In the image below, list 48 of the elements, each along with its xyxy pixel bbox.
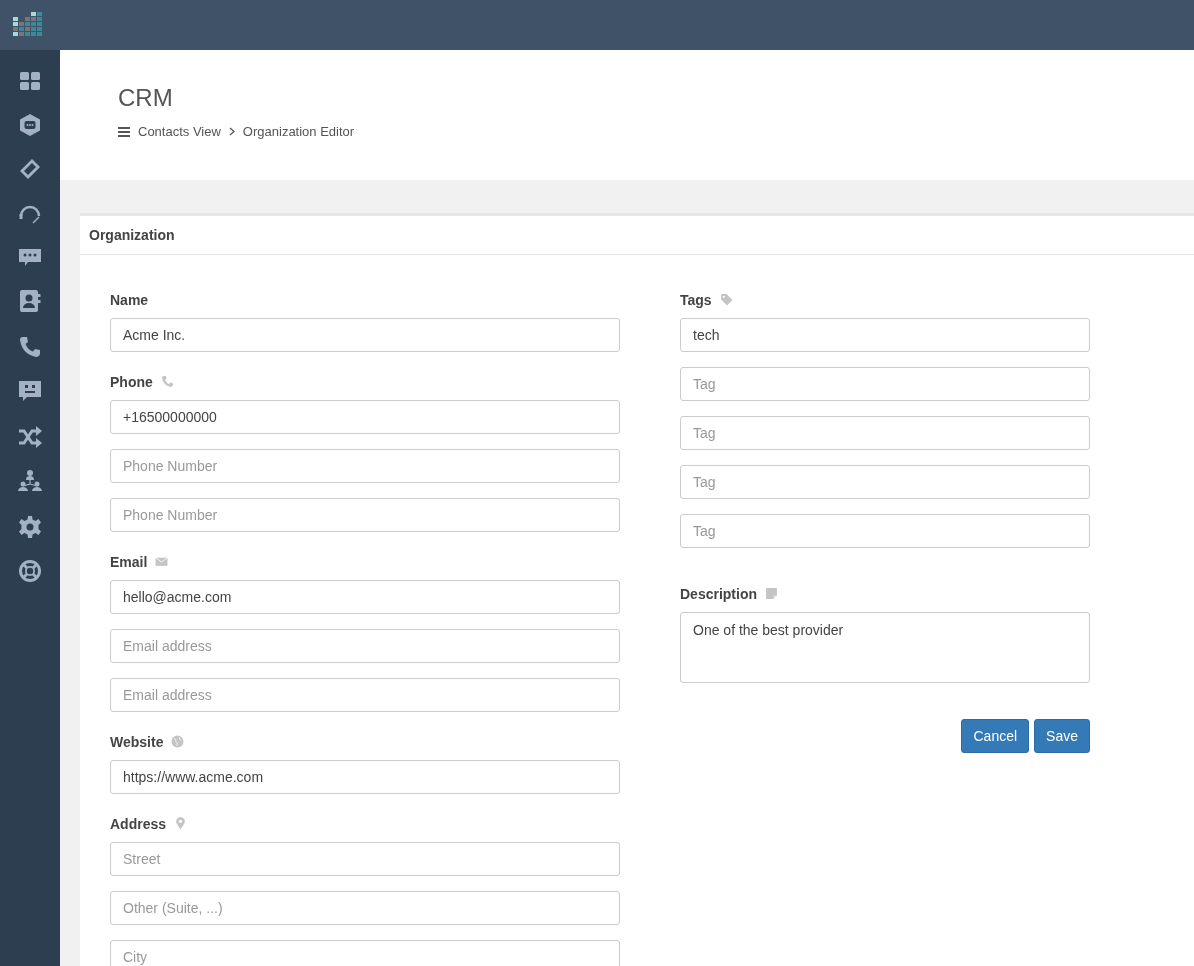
message-icon[interactable] — [18, 379, 42, 403]
text-field[interactable]: https://www.acme.com — [110, 760, 620, 794]
tag-icon — [719, 293, 733, 306]
description-field[interactable]: One of the best provider — [680, 612, 1090, 683]
map-pin-icon — [174, 817, 188, 830]
action-button[interactable]: Cancel — [961, 719, 1030, 753]
field-label: Address — [110, 815, 167, 832]
hexagon-icon[interactable] — [18, 113, 42, 137]
envelope-icon — [155, 555, 169, 568]
text-field[interactable]: City — [110, 940, 620, 966]
text-field[interactable]: Email address — [110, 678, 620, 712]
field-label: Email — [110, 553, 148, 570]
field-label: Description — [680, 585, 757, 602]
phone-icon[interactable] — [18, 335, 42, 359]
action-button[interactable]: Save — [1034, 719, 1090, 753]
text-field[interactable]: Tag — [680, 416, 1090, 450]
text-field[interactable]: Tag — [680, 367, 1090, 401]
shuffle-icon[interactable] — [18, 425, 42, 449]
lifebuoy-icon[interactable] — [18, 559, 42, 583]
text-field[interactable]: Street — [110, 842, 620, 876]
field-label: Name — [110, 291, 149, 308]
page-title: CRM — [118, 84, 174, 112]
settings-icon[interactable] — [18, 515, 42, 539]
text-field[interactable]: Tag — [680, 465, 1090, 499]
text-field[interactable]: Tag — [680, 514, 1090, 548]
phone-icon — [160, 375, 174, 388]
chevron-icon — [228, 127, 235, 136]
team-icon[interactable] — [18, 469, 42, 493]
text-field[interactable]: tech — [680, 318, 1090, 352]
menu-icon — [118, 126, 130, 137]
note-icon — [765, 587, 778, 600]
text-field[interactable]: Other (Suite, ...) — [110, 891, 620, 925]
field-label: Website — [110, 733, 164, 750]
text-field[interactable]: Phone Number — [110, 498, 620, 532]
card-title: Organization — [80, 216, 1194, 255]
text-field[interactable]: Email address — [110, 629, 620, 663]
text-field[interactable]: +16500000000 — [110, 400, 620, 434]
text-field[interactable]: hello@acme.com — [110, 580, 620, 614]
field-label: Tags — [680, 291, 712, 308]
globe-icon — [171, 735, 185, 748]
breadcrumb-link[interactable]: Contacts View — [138, 124, 221, 139]
field-label: Phone — [110, 373, 153, 390]
breadcrumb-link[interactable]: Organization Editor — [242, 124, 355, 139]
ticket-icon[interactable] — [18, 157, 42, 181]
grid-icon[interactable] — [18, 69, 42, 93]
contact-book-icon[interactable] — [18, 289, 42, 313]
text-field[interactable]: Phone Number — [110, 449, 620, 483]
text-field[interactable]: Acme Inc. — [110, 318, 620, 352]
